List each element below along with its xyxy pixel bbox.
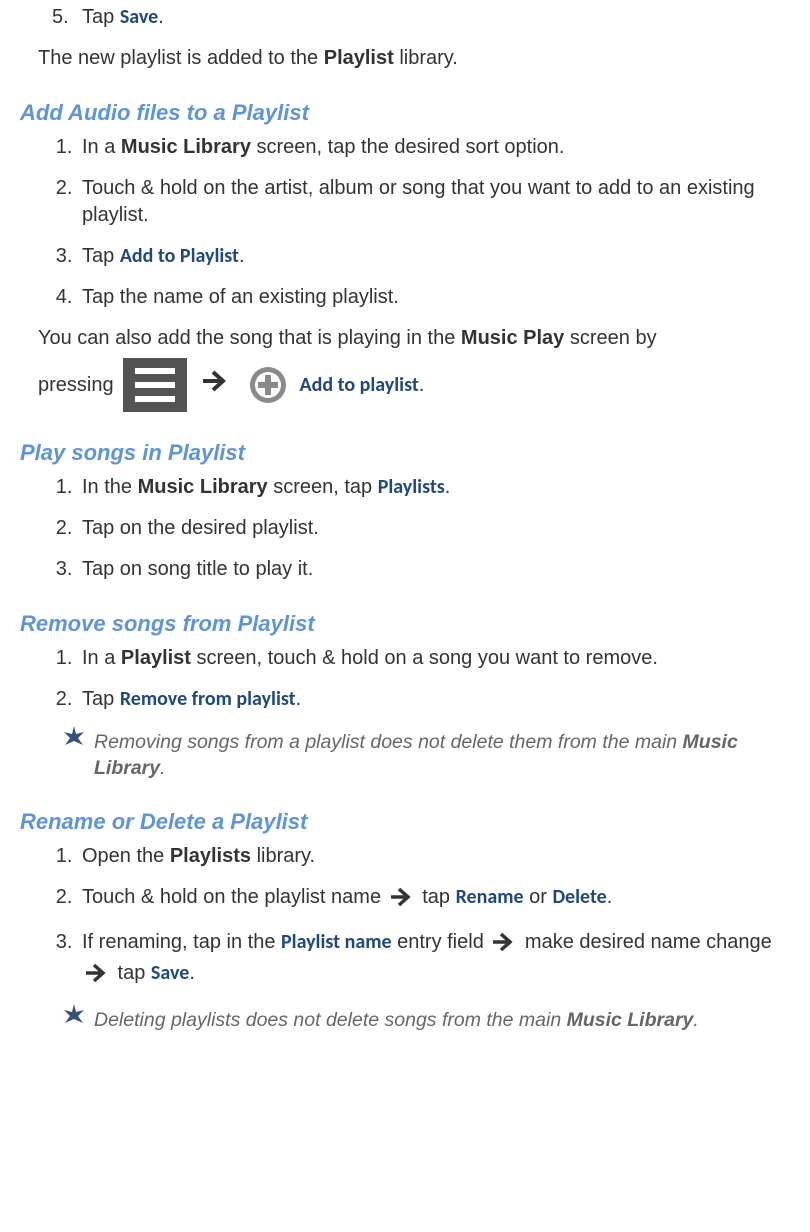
text: make desired name change [519, 931, 771, 953]
text: pressing [38, 374, 119, 396]
save-link: Save [120, 5, 158, 29]
prev-step-5: Tap Save. [78, 4, 790, 31]
save-link: Save [151, 961, 189, 985]
arrow-icon [85, 963, 109, 991]
heading-add-audio: Add Audio files to a Playlist [20, 98, 790, 128]
remove-step-2: Tap Remove from playlist. [78, 686, 790, 713]
text: . [296, 688, 302, 710]
text: . [239, 245, 245, 267]
add-audio-steps: In a Music Library screen, tap the desir… [20, 134, 790, 311]
text: . [693, 1009, 698, 1031]
arrow-icon [197, 370, 242, 400]
play-step-1: In the Music Library screen, tap Playlis… [78, 474, 790, 501]
delete-link: Delete [552, 885, 606, 909]
rename-note: Deleting playlists does not delete songs… [68, 1007, 790, 1033]
prev-after-para: The new playlist is added to the Playlis… [38, 45, 790, 72]
text: The new playlist is added to the [38, 47, 324, 69]
add-audio-step-4: Tap the name of an existing playlist. [78, 284, 790, 311]
menu-icon [123, 358, 187, 412]
text: screen, tap [268, 476, 378, 498]
music-library-word: Music Library [121, 136, 251, 158]
text: . [160, 757, 165, 779]
rename-step-1: Open the Playlists library. [78, 843, 790, 870]
text: You can also add the song that is playin… [38, 327, 461, 349]
add-audio-step-1: In a Music Library screen, tap the desir… [78, 134, 790, 161]
playlist-word: Playlist [121, 647, 191, 669]
text: Tap [82, 245, 120, 267]
text: tap [112, 962, 151, 984]
add-audio-para: You can also add the song that is playin… [38, 325, 790, 352]
text: Removing songs from a playlist does not … [94, 731, 683, 753]
playlist-name-link: Playlist name [281, 930, 392, 954]
remove-steps: In a Playlist screen, touch & hold on a … [20, 645, 790, 713]
text: library. [251, 845, 315, 867]
text: Open the [82, 845, 170, 867]
text: Deleting playlists does not delete songs… [94, 1009, 567, 1031]
text: In a [82, 647, 121, 669]
remove-step-1: In a Playlist screen, touch & hold on a … [78, 645, 790, 672]
text: . [419, 374, 425, 396]
text: screen by [564, 327, 656, 349]
add-audio-icon-line: pressing Add to playlist. [38, 358, 790, 413]
text: Tap [82, 688, 120, 710]
star-icon [62, 725, 86, 749]
text: or [524, 886, 553, 908]
prev-steps: Tap Save. [20, 4, 790, 31]
text: screen, touch & hold on a song you want … [191, 647, 658, 669]
text: . [189, 962, 195, 984]
text: screen, tap the desired sort option. [251, 136, 565, 158]
arrow-icon [492, 932, 516, 960]
playlist-word: Playlist [324, 47, 394, 69]
rename-link: Rename [456, 885, 524, 909]
rename-step-3: If renaming, tap in the Playlist name en… [78, 929, 790, 991]
add-to-playlist-link: Add to Playlist [120, 244, 239, 268]
rename-step-2: Touch & hold on the playlist name tap Re… [78, 884, 790, 915]
remove-from-playlist-link: Remove from playlist [120, 687, 296, 711]
star-icon [62, 1003, 86, 1027]
rename-steps: Open the Playlists library. Touch & hold… [20, 843, 790, 991]
text: entry field [392, 931, 490, 953]
music-play-word: Music Play [461, 327, 564, 349]
music-library-word: Music Library [567, 1009, 694, 1031]
text: In a [82, 136, 121, 158]
text: tap [417, 886, 456, 908]
play-steps: In the Music Library screen, tap Playlis… [20, 474, 790, 583]
remove-note: Removing songs from a playlist does not … [68, 729, 790, 782]
add-audio-step-2: Touch & hold on the artist, album or son… [78, 175, 790, 229]
heading-play: Play songs in Playlist [20, 438, 790, 468]
playlists-word: Playlists [170, 845, 251, 867]
plus-circle-icon [248, 365, 288, 405]
text: . [445, 476, 451, 498]
text: In the [82, 476, 138, 498]
add-audio-step-3: Tap Add to Playlist. [78, 243, 790, 270]
text: Touch & hold on the playlist name [82, 886, 387, 908]
heading-rename: Rename or Delete a Playlist [20, 807, 790, 837]
text: . [158, 6, 164, 28]
text: Tap [82, 6, 120, 28]
text: If renaming, tap in the [82, 931, 281, 953]
arrow-icon [390, 887, 414, 915]
text: . [607, 886, 613, 908]
add-to-playlist-link-inline: Add to playlist [300, 373, 419, 397]
playlists-link: Playlists [378, 475, 445, 499]
music-library-word: Music Library [138, 476, 268, 498]
play-step-2: Tap on the desired playlist. [78, 515, 790, 542]
play-step-3: Tap on song title to play it. [78, 556, 790, 583]
heading-remove: Remove songs from Playlist [20, 609, 790, 639]
text: library. [394, 47, 458, 69]
